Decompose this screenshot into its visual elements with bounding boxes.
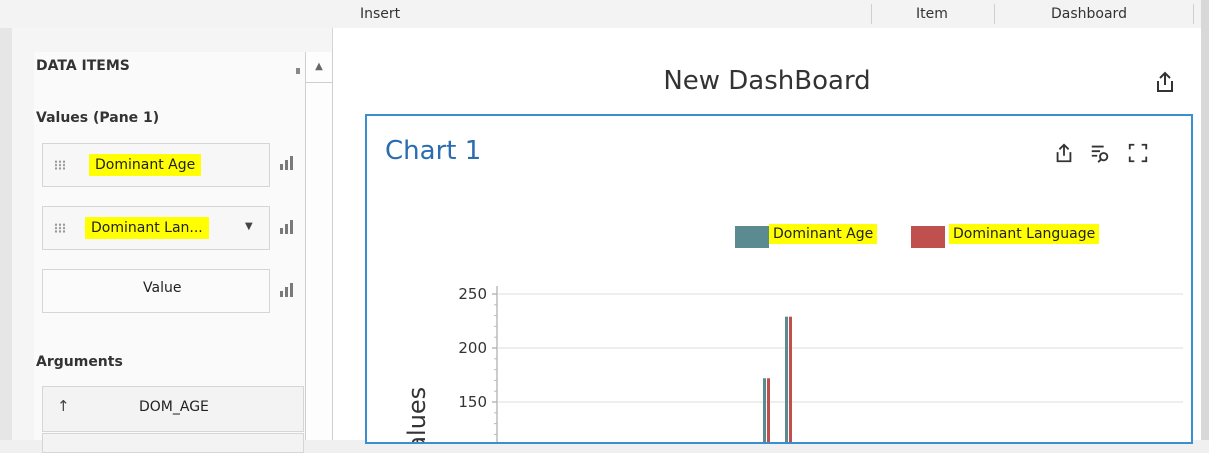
value-field-dominant-language[interactable]: Dominant Lan... ▼ bbox=[42, 206, 270, 250]
bar-chart-icon[interactable] bbox=[280, 156, 294, 170]
ribbon-tab-strip: Insert Item Dashboard bbox=[0, 0, 1209, 29]
bar bbox=[763, 378, 766, 442]
argument-field-dom-age[interactable]: ↑ DOM_AGE bbox=[42, 386, 304, 432]
window-edge bbox=[0, 28, 12, 440]
chart-plot-area: 150 200 250 Values bbox=[403, 285, 1183, 442]
data-items-list: DATA ITEMS Values (Pane 1) Dominant Age … bbox=[34, 52, 318, 453]
field-label: DOM_AGE bbox=[139, 399, 209, 415]
tab-separator bbox=[871, 4, 872, 24]
panel-pin-icon[interactable] bbox=[296, 68, 300, 74]
values-section-title: Values (Pane 1) bbox=[36, 110, 160, 126]
y-axis-label: Values bbox=[403, 387, 431, 442]
field-label: Dominant Lan... bbox=[85, 217, 209, 239]
chevron-down-icon[interactable]: ▼ bbox=[245, 221, 253, 232]
chart-card[interactable]: Chart 1 Dominant Age Dominant Language 1… bbox=[365, 114, 1193, 444]
argument-field-next[interactable] bbox=[42, 433, 304, 453]
bar bbox=[767, 378, 770, 442]
field-label: Value bbox=[143, 280, 182, 296]
bar-chart-icon[interactable] bbox=[280, 220, 294, 234]
bar-chart-icon[interactable] bbox=[280, 283, 294, 297]
drag-handle-icon[interactable] bbox=[54, 223, 66, 233]
tab-separator bbox=[1193, 4, 1194, 24]
panel-scrollbar[interactable]: ▲ bbox=[305, 52, 333, 440]
scroll-up-arrow-icon[interactable]: ▲ bbox=[306, 52, 332, 83]
drag-handle-icon[interactable] bbox=[54, 160, 66, 170]
bar bbox=[789, 316, 792, 442]
field-label: Dominant Age bbox=[89, 154, 202, 176]
dashboard-title: New DashBoard bbox=[663, 66, 871, 96]
bar bbox=[785, 316, 788, 442]
y-tick-label: 250 bbox=[458, 285, 487, 303]
tab-separator bbox=[994, 4, 995, 24]
y-tick-label: 200 bbox=[458, 339, 487, 357]
data-items-header: DATA ITEMS bbox=[36, 58, 130, 74]
tab-insert[interactable]: Insert bbox=[360, 6, 400, 22]
export-icon[interactable] bbox=[1153, 70, 1177, 94]
sort-ascending-arrow-icon[interactable]: ↑ bbox=[57, 397, 70, 415]
window-edge bbox=[1201, 0, 1209, 440]
data-items-panel: DATA ITEMS Values (Pane 1) Dominant Age … bbox=[12, 28, 333, 453]
tab-item[interactable]: Item bbox=[916, 6, 948, 22]
arguments-section-title: Arguments bbox=[36, 354, 123, 370]
value-field-placeholder[interactable]: Value bbox=[42, 269, 270, 313]
y-tick-label: 150 bbox=[458, 393, 487, 411]
tab-dashboard[interactable]: Dashboard bbox=[1051, 6, 1127, 22]
value-field-dominant-age[interactable]: Dominant Age bbox=[42, 143, 270, 187]
